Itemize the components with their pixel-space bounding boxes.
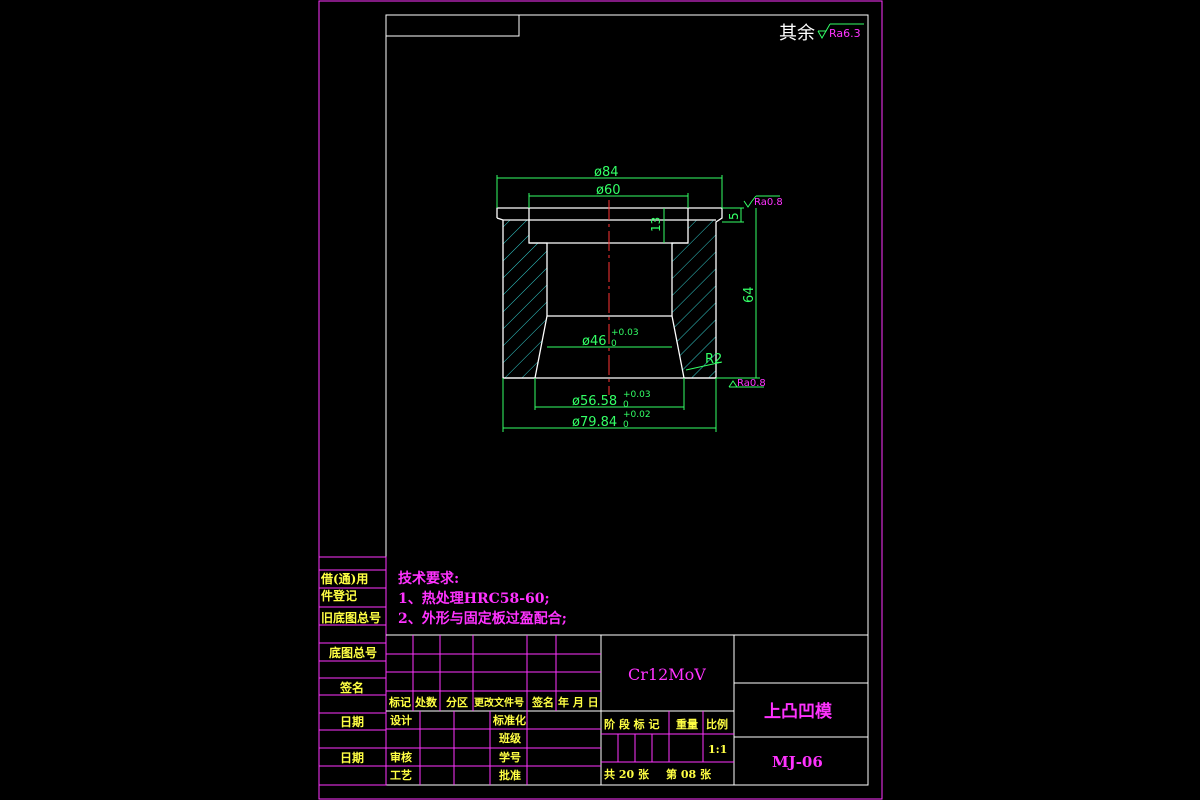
dim-radius: R2 [705, 352, 722, 367]
rev-header-2: 分区 [446, 695, 468, 709]
dim-flange-height: 5 [727, 212, 741, 220]
dim-bore-tol-low: 0 [611, 339, 617, 349]
surface-note-value: Ra6.3 [829, 27, 861, 40]
rev-header-3: 更改文件号 [474, 696, 524, 709]
tech-req-title: 技术要求: [398, 570, 459, 587]
rev-header-1: 处数 [414, 695, 438, 709]
dim-outer-tol-low: 0 [623, 420, 629, 430]
material-label: Cr12MoV [628, 665, 706, 684]
dim-total-height: 64 [742, 286, 757, 303]
dim-cone-tol: +0.03 [623, 390, 651, 400]
surface-note-label: 其余 [779, 23, 815, 44]
top-left-box [386, 15, 520, 37]
dim-bore-tol: +0.03 [611, 328, 639, 338]
dim-bore: ø46 [582, 334, 607, 349]
stage-header: 阶 段 标 记 [604, 717, 660, 731]
dim-outer-flange: ø84 [594, 165, 619, 180]
tech-requirements: 技术要求: 1、热处理HRC58-60; 2、外形与固定板过盈配合; [398, 570, 567, 627]
class-label: 班级 [499, 731, 522, 745]
surface-roughness-note: 其余 Ra6.3 [779, 23, 864, 44]
standardize-label: 标准化 [492, 713, 526, 727]
check-label: 审核 [390, 750, 412, 764]
scale-header: 比例 [706, 717, 728, 731]
strip-label-7: 日期 [340, 750, 364, 765]
dim-outer: ø79.84 [572, 415, 617, 430]
rev-header-5: 年 月 日 [558, 695, 599, 709]
dim-outer-tol: +0.02 [623, 410, 651, 420]
strip-label-5: 签名 [339, 680, 364, 695]
part-name: 上凸凹模 [764, 701, 833, 722]
strip-label-1: 借(通)用 [320, 571, 368, 586]
strip-label-4: 底图总号 [329, 645, 377, 660]
roughness-top-value: Ra0.8 [754, 197, 783, 208]
strip-label-3: 旧底图总号 [321, 610, 381, 625]
roughness-symbol-icon [817, 30, 827, 40]
sheet-number: 第 08 张 [666, 767, 712, 781]
roughness-bottom-value: Ra0.8 [737, 378, 766, 389]
rev-header-0: 标记 [388, 695, 411, 709]
sheet-count: 共 20 张 [604, 767, 650, 781]
left-wall-hatch [503, 220, 547, 378]
tech-req-item-1: 1、热处理HRC58-60; [398, 590, 550, 607]
rev-header-4: 签名 [531, 695, 554, 709]
strip-label-2: 件登记 [321, 588, 357, 603]
craft-label: 工艺 [390, 768, 412, 782]
roughness-top-icon [743, 200, 753, 208]
scale-value: 1:1 [708, 743, 727, 756]
dim-cone: ø56.58 [572, 394, 617, 409]
roughness-bottom-icon [728, 380, 738, 388]
dim-counterbore: ø60 [596, 183, 621, 198]
tech-req-item-2: 2、外形与固定板过盈配合; [398, 610, 567, 627]
design-label: 设计 [390, 713, 412, 727]
dim-cone-tol-low: 0 [623, 400, 629, 410]
approve-label: 批准 [499, 768, 521, 782]
part-section-view: ø84 ø60 13 5 64 Ra0.8 Ra0.8 ø46 +0.03 0 [496, 165, 783, 432]
student-no-label: 学号 [499, 750, 521, 764]
drawing-canvas: 其余 Ra6.3 ø84 ø60 13 5 64 Ra0.8 Ra0.8 ø46… [318, 0, 883, 800]
dim-counterbore-depth: 13 [649, 217, 663, 232]
drawing-number: MJ-06 [772, 753, 823, 771]
strip-label-6: 日期 [340, 714, 364, 729]
weight-header: 重量 [676, 717, 698, 731]
